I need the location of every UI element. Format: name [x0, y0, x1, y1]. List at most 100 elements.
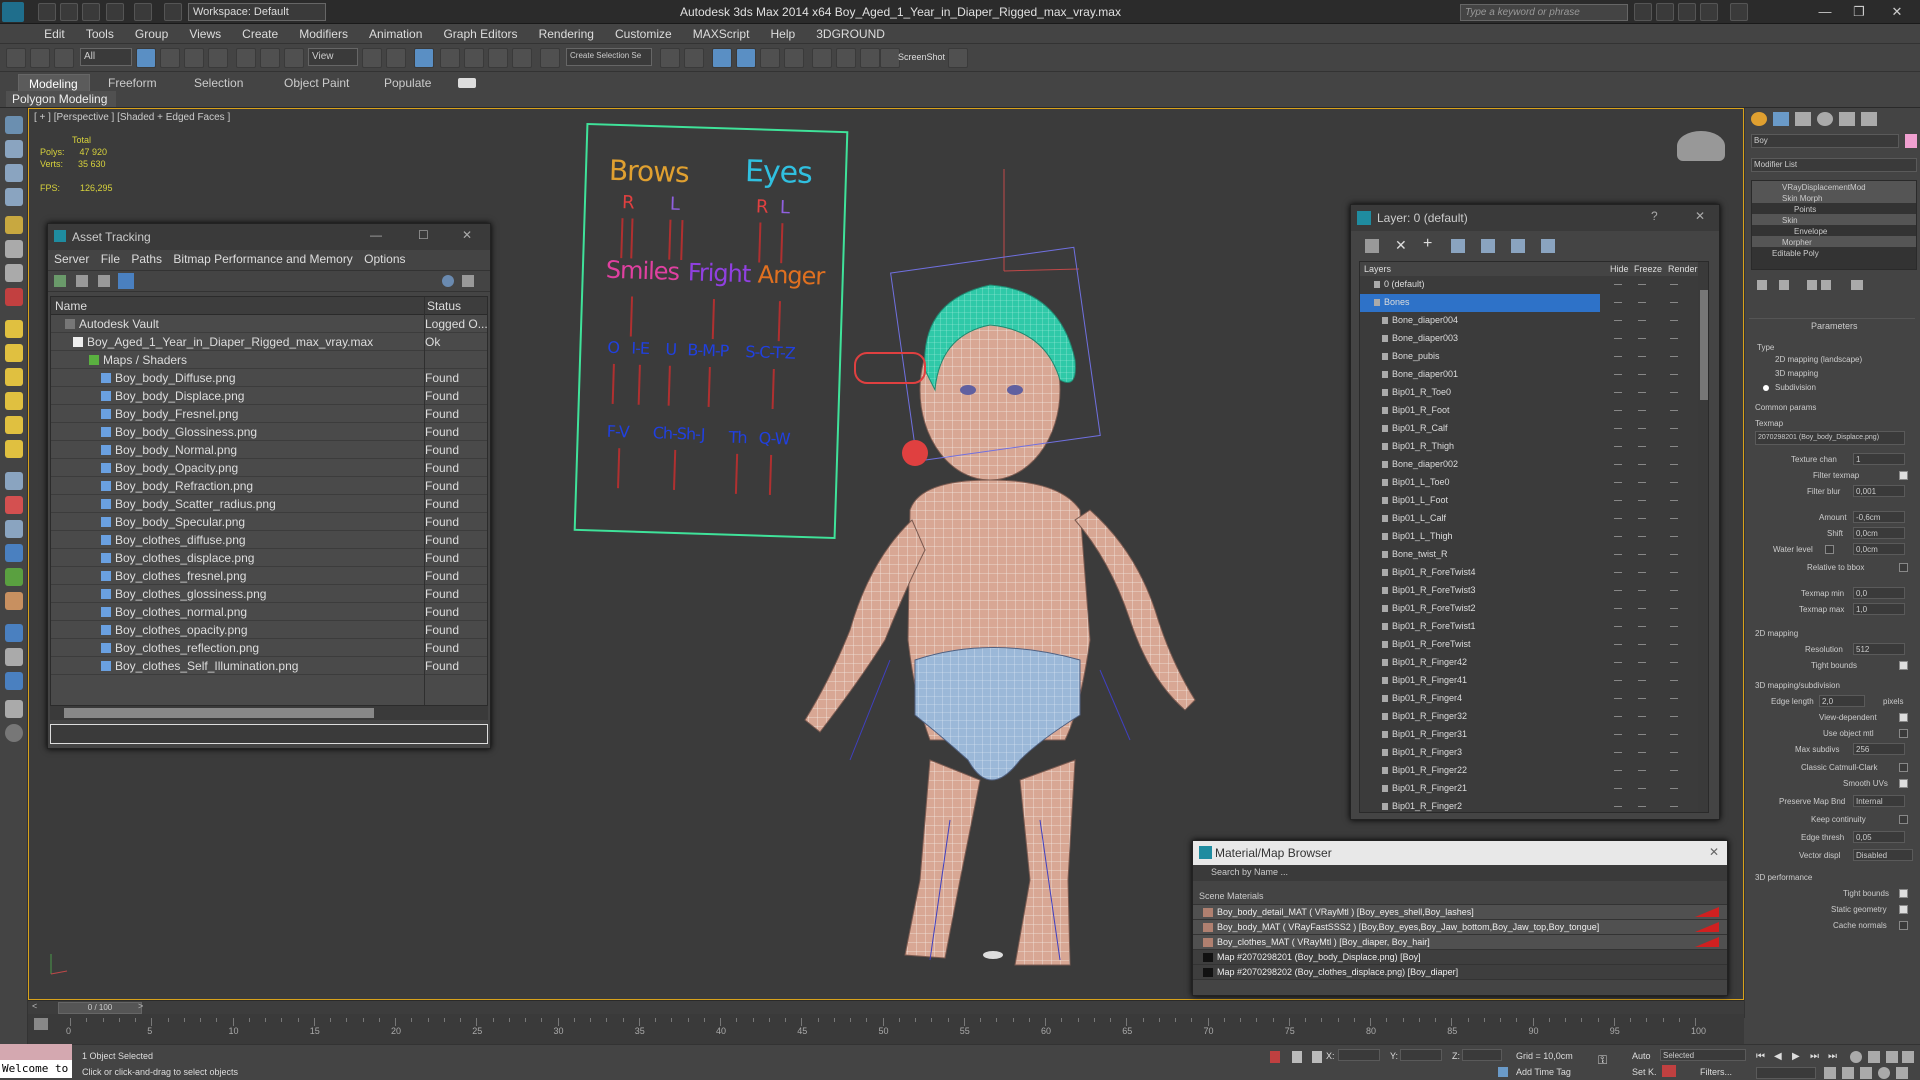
freeze-toggle[interactable] [1638, 374, 1646, 375]
tab-freeform[interactable]: Freeform [98, 74, 167, 92]
pivot-icon[interactable] [362, 48, 382, 68]
scale-icon[interactable] [284, 48, 304, 68]
hide-toggle[interactable] [1614, 770, 1622, 771]
menu-views[interactable]: Views [180, 24, 230, 44]
add-time-tag[interactable]: Add Time Tag [1516, 1067, 1571, 1077]
particles-icon[interactable] [5, 672, 23, 690]
close-button[interactable]: ✕ [1880, 2, 1914, 22]
maximize-toggle-icon[interactable] [1896, 1067, 1908, 1079]
radio-2d-mapping[interactable]: 2D mapping (landscape) [1775, 355, 1862, 364]
render-toggle[interactable] [1670, 374, 1678, 375]
move-icon[interactable] [236, 48, 256, 68]
cylinder-icon[interactable] [5, 368, 23, 386]
freeze-toggle[interactable] [1638, 698, 1646, 699]
time-slider-right-arrow[interactable]: > [138, 1001, 143, 1011]
render-toggle[interactable] [1670, 608, 1678, 609]
teapot-icon[interactable] [5, 392, 23, 410]
fright-slider[interactable] [711, 299, 716, 340]
freeze-toggle[interactable] [1638, 680, 1646, 681]
texmap-min-spinner[interactable]: 0,0 [1853, 587, 1905, 599]
static-geo-checkbox[interactable] [1899, 905, 1908, 914]
y-coord-field[interactable] [1400, 1049, 1442, 1061]
hide-toggle[interactable] [1614, 284, 1622, 285]
subscription-icon[interactable] [1678, 3, 1696, 21]
layer-row[interactable]: Bip01_R_Finger2 [1360, 798, 1708, 812]
layer-vscroll-thumb[interactable] [1700, 290, 1708, 400]
pivot-lock-icon[interactable] [1270, 1051, 1280, 1063]
freeze-toggle[interactable] [1638, 482, 1646, 483]
layer-row[interactable]: Bip01_R_Foot [1360, 402, 1708, 420]
max-subdivs-spinner[interactable]: 256 [1853, 743, 1905, 755]
material-browser-close-button[interactable]: ✕ [1709, 845, 1719, 859]
asset-hscrollbar[interactable] [50, 706, 488, 720]
window-crossing-icon[interactable] [208, 48, 228, 68]
layer-row[interactable]: Bip01_R_ForeTwist2 [1360, 600, 1708, 618]
table-row[interactable]: Boy_clothes_diffuse.png Found [51, 531, 487, 549]
tab-object-paint[interactable]: Object Paint [274, 74, 359, 92]
hide-toggle[interactable] [1614, 464, 1622, 465]
freeze-all-icon[interactable] [1541, 239, 1555, 253]
render-toggle[interactable] [1670, 302, 1678, 303]
stack-item-morpher[interactable]: Morpher [1752, 236, 1916, 247]
scene-materials-group[interactable]: Scene Materials [1193, 891, 1727, 905]
table-row[interactable]: Boy_body_Refraction.png Found [51, 477, 487, 495]
freeze-toggle[interactable] [1638, 716, 1646, 717]
align-icon[interactable] [684, 48, 704, 68]
tab-modeling[interactable]: Modeling [18, 74, 90, 92]
hide-toggle[interactable] [1614, 698, 1622, 699]
layer-titlebar[interactable]: Layer: 0 (default) ? ✕ [1351, 205, 1719, 231]
freeze-toggle[interactable] [1638, 536, 1646, 537]
layer-row[interactable]: Bip01_L_Toe0 [1360, 474, 1708, 492]
amount-spinner[interactable]: -0,6cm [1853, 511, 1905, 523]
table-row[interactable]: Boy_clothes_reflection.png Found [51, 639, 487, 657]
col-name[interactable]: Name [55, 299, 87, 313]
link-icon[interactable] [6, 48, 26, 68]
tab-selection[interactable]: Selection [184, 74, 253, 92]
freeze-toggle[interactable] [1638, 410, 1646, 411]
material-map-browser[interactable]: Material/Map Browser ✕ Search by Name ..… [1192, 840, 1728, 996]
goto-start-icon[interactable]: ⏮ [1756, 1051, 1765, 1062]
render-toggle[interactable] [1670, 392, 1678, 393]
table-row[interactable]: Boy_body_Normal.png Found [51, 441, 487, 459]
ribbon-options-icon[interactable] [458, 78, 476, 88]
freeze-toggle[interactable] [1638, 770, 1646, 771]
delete-layer-icon[interactable]: ✕ [1395, 237, 1407, 254]
freeze-toggle[interactable] [1638, 734, 1646, 735]
table-row[interactable]: Boy_body_Scatter_radius.png Found [51, 495, 487, 513]
asset-tracking-titlebar[interactable]: Asset Tracking — ☐ ✕ [48, 224, 490, 250]
water-level-checkbox[interactable] [1825, 545, 1834, 554]
freeze-toggle[interactable] [1638, 662, 1646, 663]
mirror-icon[interactable] [660, 48, 680, 68]
angle-snap-icon[interactable] [464, 48, 484, 68]
hide-toggle[interactable] [1614, 338, 1622, 339]
render-toggle[interactable] [1670, 572, 1678, 573]
eye-r-slider[interactable] [758, 222, 762, 263]
edge-length-spinner[interactable]: 2,0 [1819, 695, 1865, 707]
filter-blur-spinner[interactable]: 0,001 [1853, 485, 1905, 497]
viseme-ie-slider[interactable] [637, 364, 641, 405]
anger-slider[interactable] [777, 301, 781, 342]
biped-icon[interactable] [5, 496, 23, 514]
table-row[interactable]: Boy_body_Displace.png Found [51, 387, 487, 405]
zoom-extents-icon[interactable] [1886, 1051, 1898, 1063]
brow-l-slider[interactable] [668, 219, 672, 260]
viseme-bmp-slider[interactable] [707, 366, 711, 407]
spacewarp-icon[interactable] [5, 288, 23, 306]
refresh-icon[interactable] [54, 275, 66, 287]
layer-row[interactable]: Bip01_R_Finger42 [1360, 654, 1708, 672]
asset-menu-server[interactable]: Server [50, 252, 93, 266]
set-key-button[interactable]: Set K. [1632, 1067, 1657, 1077]
hierarchy-tab-icon[interactable] [1795, 112, 1811, 126]
smooth-uvs-checkbox[interactable] [1899, 779, 1908, 788]
menu-graph-editors[interactable]: Graph Editors [434, 24, 526, 44]
render-toggle[interactable] [1670, 698, 1678, 699]
shift-spinner[interactable]: 0,0cm [1853, 527, 1905, 539]
layer-row[interactable]: Bip01_R_Toe0 [1360, 384, 1708, 402]
pan-icon[interactable] [1842, 1067, 1854, 1079]
hide-toggle[interactable] [1614, 482, 1622, 483]
curve-editor-icon[interactable] [760, 48, 780, 68]
hide-toggle[interactable] [1614, 788, 1622, 789]
bind-spacewarp-icon[interactable] [54, 48, 74, 68]
minimize-button[interactable]: — [1808, 2, 1842, 22]
object-color-swatch[interactable] [1905, 134, 1917, 148]
